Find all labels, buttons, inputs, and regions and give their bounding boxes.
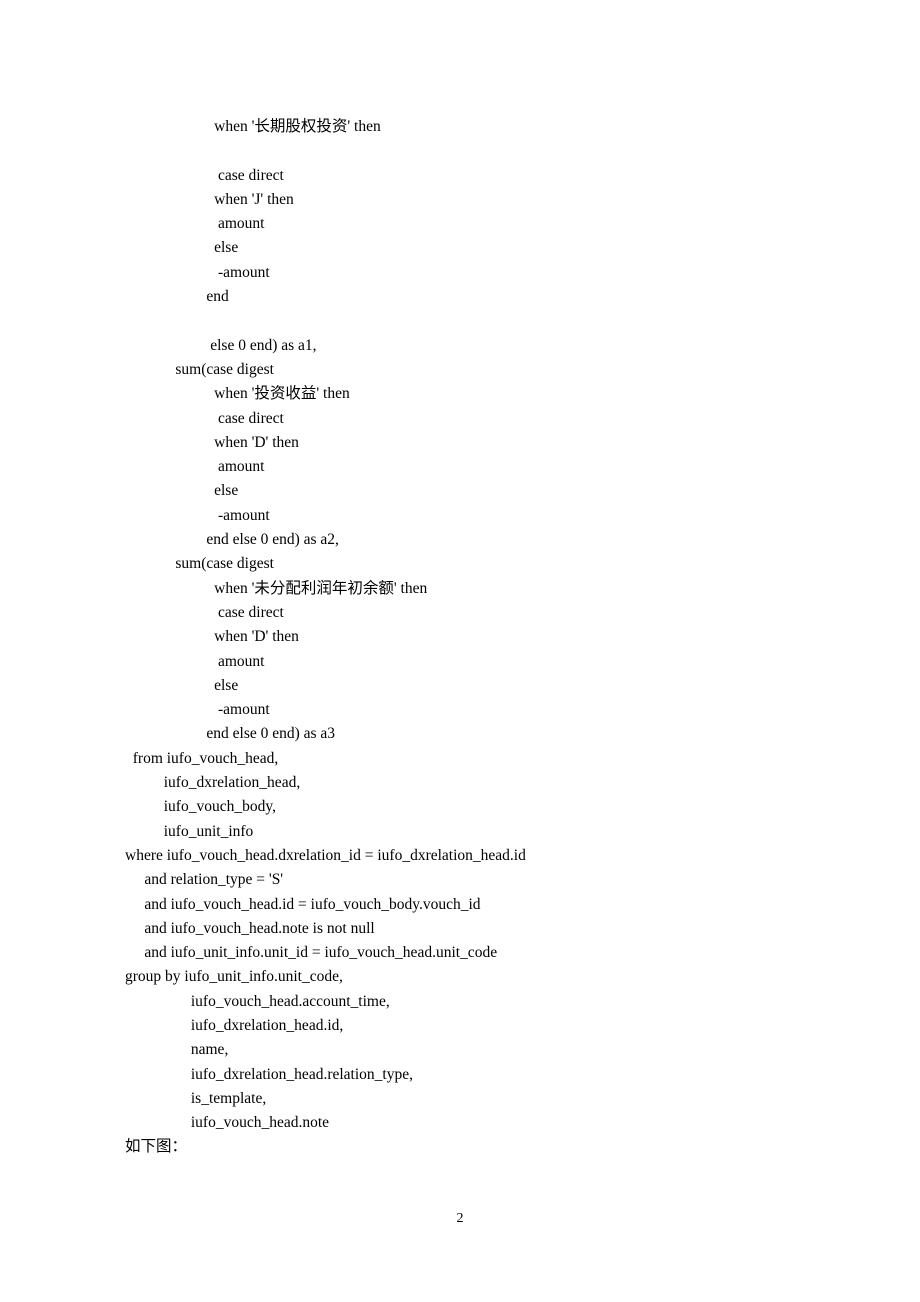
code-line: iufo_vouch_head.note [125, 1111, 795, 1135]
code-line: iufo_dxrelation_head.relation_type, [125, 1063, 795, 1087]
code-line: iufo_dxrelation_head, [125, 771, 795, 795]
code-line [125, 309, 795, 333]
code-line: iufo_vouch_body, [125, 795, 795, 819]
code-line [125, 139, 795, 163]
code-line: when '投资收益' then [125, 382, 795, 406]
code-line: else [125, 674, 795, 698]
code-line: when '未分配利润年初余额' then [125, 577, 795, 601]
code-line: group by iufo_unit_info.unit_code, [125, 965, 795, 989]
page-number: 2 [0, 1211, 920, 1227]
code-line: is_template, [125, 1087, 795, 1111]
code-line: end else 0 end) as a2, [125, 528, 795, 552]
code-line: case direct [125, 164, 795, 188]
code-line: sum(case digest [125, 552, 795, 576]
code-line: iufo_vouch_head.account_time, [125, 990, 795, 1014]
code-line: amount [125, 455, 795, 479]
code-line: when 'J' then [125, 188, 795, 212]
code-line: and iufo_unit_info.unit_id = iufo_vouch_… [125, 941, 795, 965]
code-line: else [125, 236, 795, 260]
code-block: when '长期股权投资' then case direct when 'J' … [125, 115, 795, 1160]
code-line: case direct [125, 407, 795, 431]
code-line: name, [125, 1038, 795, 1062]
code-line: and iufo_vouch_head.id = iufo_vouch_body… [125, 893, 795, 917]
code-line: -amount [125, 261, 795, 285]
code-line: amount [125, 650, 795, 674]
code-line: and iufo_vouch_head.note is not null [125, 917, 795, 941]
code-line: -amount [125, 504, 795, 528]
code-line: from iufo_vouch_head, [125, 747, 795, 771]
code-line: 如下图： [125, 1135, 795, 1159]
code-line: else [125, 479, 795, 503]
code-line: end else 0 end) as a3 [125, 722, 795, 746]
code-line: when 'D' then [125, 625, 795, 649]
code-line: else 0 end) as a1, [125, 334, 795, 358]
code-line: amount [125, 212, 795, 236]
code-line: iufo_unit_info [125, 820, 795, 844]
code-line: -amount [125, 698, 795, 722]
code-line: sum(case digest [125, 358, 795, 382]
code-line: when '长期股权投资' then [125, 115, 795, 139]
code-line: where iufo_vouch_head.dxrelation_id = iu… [125, 844, 795, 868]
code-line: iufo_dxrelation_head.id, [125, 1014, 795, 1038]
code-line: case direct [125, 601, 795, 625]
document-page: when '长期股权投资' then case direct when 'J' … [0, 0, 920, 1160]
code-line: when 'D' then [125, 431, 795, 455]
code-line: and relation_type = 'S' [125, 868, 795, 892]
code-line: end [125, 285, 795, 309]
